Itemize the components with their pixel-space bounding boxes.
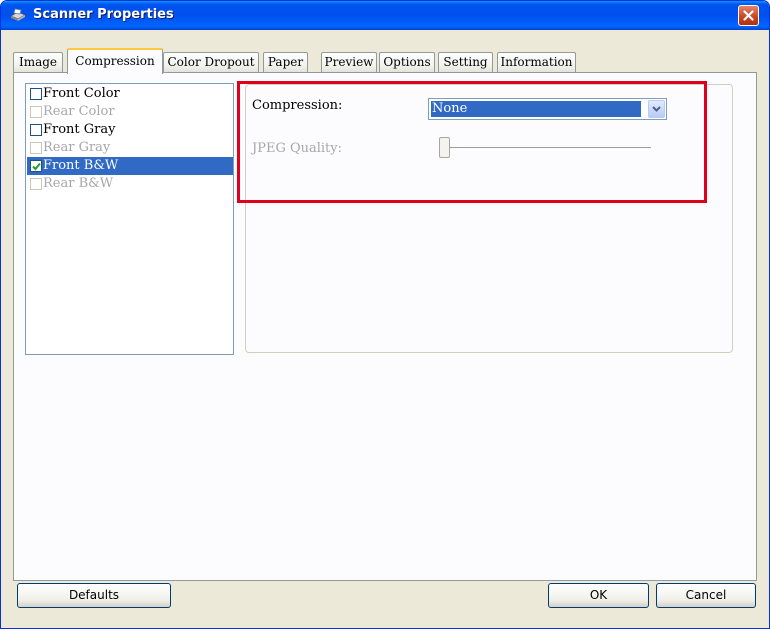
tab-compression[interactable]: Compression: [67, 48, 163, 74]
front-gray-checkbox[interactable]: [30, 124, 42, 136]
rear-bw-checkbox: [30, 178, 42, 190]
chevron-down-icon: [652, 106, 661, 112]
list-item-front-color[interactable]: Front Color: [27, 85, 233, 103]
list-item-front-gray[interactable]: Front Gray: [27, 121, 233, 139]
list-item-label: Front Color: [43, 86, 120, 101]
list-item-rear-bw: Rear B&W: [27, 175, 233, 193]
list-item-rear-color: Rear Color: [27, 103, 233, 121]
cancel-button[interactable]: Cancel: [656, 583, 756, 608]
tab-options[interactable]: Options: [379, 52, 435, 73]
list-item-front-bw[interactable]: Front B&W: [27, 157, 233, 175]
defaults-button[interactable]: Defaults: [17, 583, 171, 608]
compression-dropdown[interactable]: None: [428, 98, 667, 120]
tab-image[interactable]: Image: [13, 52, 63, 73]
rear-color-checkbox: [30, 106, 42, 118]
jpeg-quality-label: JPEG Quality:: [252, 141, 343, 156]
front-bw-checkbox[interactable]: [30, 160, 42, 172]
compression-tab-panel: Front Color Rear Color Front Gray Rear G…: [13, 72, 757, 581]
scanner-properties-window: Scanner Properties Image Compression Col…: [0, 0, 770, 629]
title-bar[interactable]: Scanner Properties: [1, 1, 769, 30]
tab-information[interactable]: Information: [497, 52, 576, 73]
close-button[interactable]: [738, 5, 759, 26]
compression-settings-group: Compression: None JPEG Quality:: [245, 84, 733, 353]
front-color-checkbox[interactable]: [30, 88, 42, 100]
list-item-label: Front B&W: [43, 158, 119, 173]
window-title: Scanner Properties: [33, 7, 174, 22]
dropdown-button[interactable]: [648, 100, 665, 118]
image-type-list[interactable]: Front Color Rear Color Front Gray Rear G…: [25, 83, 234, 355]
close-icon: [743, 10, 754, 21]
jpeg-quality-slider-thumb: [439, 137, 450, 158]
tab-preview[interactable]: Preview: [321, 52, 377, 73]
checkmark-icon: [31, 162, 41, 170]
jpeg-quality-slider-track: [441, 147, 651, 151]
list-item-label: Rear Gray: [43, 140, 111, 155]
list-item-label: Front Gray: [43, 122, 116, 137]
tab-paper[interactable]: Paper: [263, 52, 308, 73]
list-item-label: Rear Color: [43, 104, 115, 119]
ok-button[interactable]: OK: [548, 583, 649, 608]
list-item-label: Rear B&W: [43, 176, 114, 191]
tab-setting[interactable]: Setting: [438, 52, 493, 73]
compression-selected-value: None: [431, 101, 641, 117]
scanner-icon: [10, 8, 26, 21]
tab-color-dropout[interactable]: Color Dropout: [163, 52, 259, 73]
rear-gray-checkbox: [30, 142, 42, 154]
compression-label: Compression:: [252, 98, 343, 113]
list-item-rear-gray: Rear Gray: [27, 139, 233, 157]
